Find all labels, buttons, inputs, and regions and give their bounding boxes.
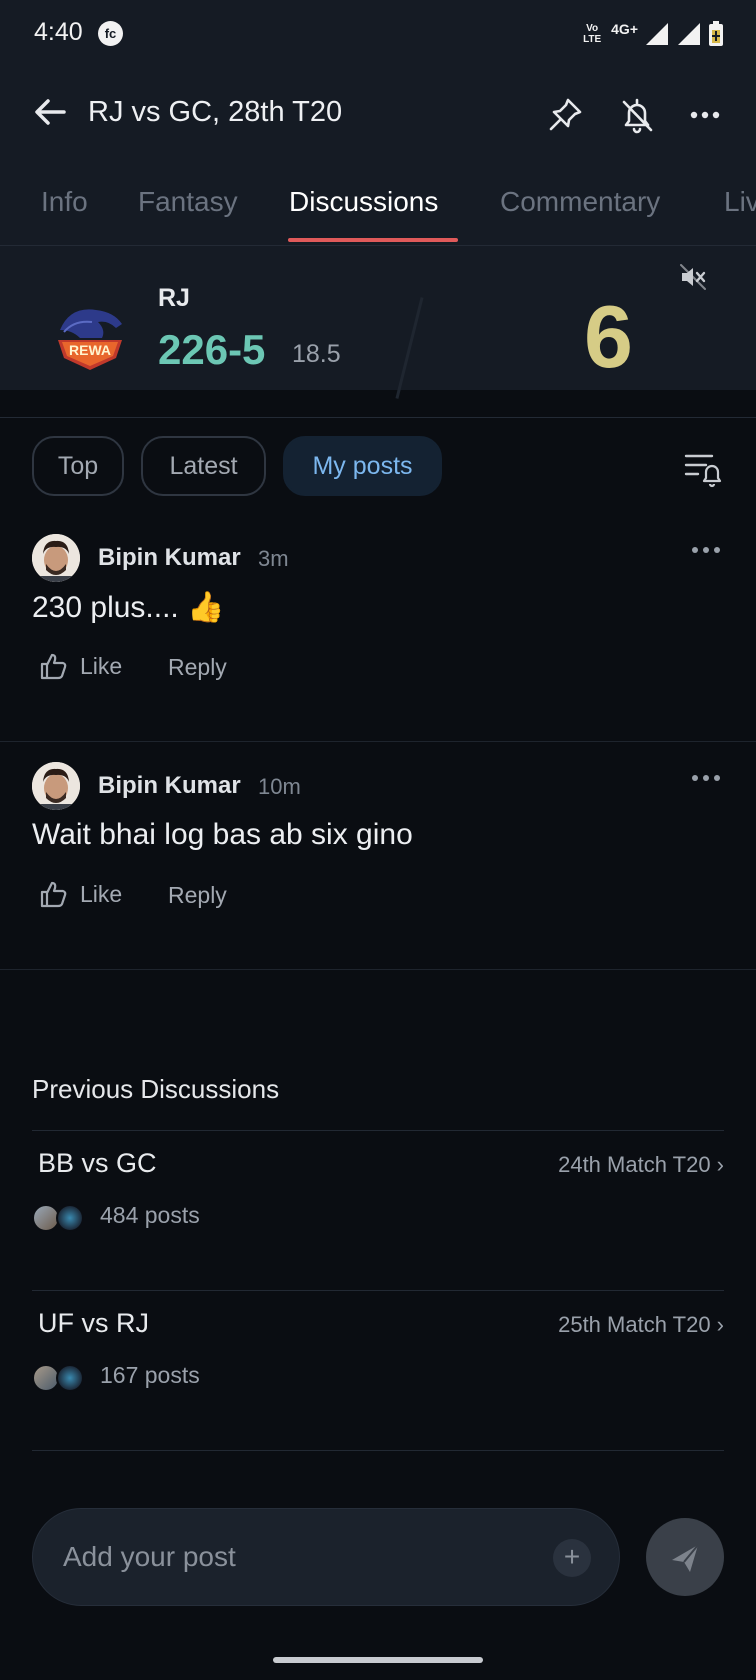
previous-match-label: 24th Match T20 › [558, 1152, 724, 1177]
post-count: 484 posts [100, 1202, 200, 1228]
team-score: 226-5 [158, 326, 266, 373]
post-text: Wait bhai log bas ab six gino [32, 818, 413, 851]
thumbs-up-icon [40, 881, 67, 908]
more-icon[interactable] [684, 94, 726, 136]
bell-off-icon[interactable] [616, 94, 658, 136]
post-more-icon[interactable] [690, 544, 722, 556]
sort-notification-icon[interactable] [682, 448, 724, 488]
tab-commentary[interactable]: Commentary [500, 186, 660, 218]
filter-my-posts-chip[interactable]: My posts [283, 436, 442, 496]
tab-bar: Info Fantasy Discussions Commentary Live [0, 180, 756, 246]
post-time: 3m [258, 546, 289, 571]
post-time: 10m [258, 774, 301, 799]
volume-muted-icon[interactable] [678, 262, 708, 292]
avatar[interactable] [32, 762, 80, 810]
divider [32, 1450, 724, 1451]
like-label: Like [80, 880, 123, 907]
add-attachment-button[interactable]: + [553, 1539, 591, 1577]
battery-icon [709, 21, 723, 46]
avatar [56, 1364, 84, 1392]
previous-discussion-item[interactable]: UF vs RJ 25th Match T20 › 167 posts [32, 1292, 724, 1450]
page-title: RJ vs GC, 28th T20 [88, 96, 343, 128]
fc-app-icon: fc [98, 21, 123, 46]
network-type-label: 4G+ [611, 21, 638, 37]
tab-fantasy[interactable]: Fantasy [138, 186, 238, 218]
home-indicator[interactable] [273, 1657, 483, 1663]
previous-discussion-item[interactable]: BB vs GC 24th Match T20 › 484 posts [32, 1132, 724, 1290]
status-time: 4:40 [34, 18, 83, 46]
avatar [56, 1204, 84, 1232]
post-composer: + [32, 1508, 620, 1606]
reply-button[interactable]: Reply [168, 882, 227, 909]
post-author[interactable]: Bipin Kumar [98, 772, 241, 800]
filter-top-chip[interactable]: Top [32, 436, 124, 496]
send-button[interactable] [646, 1518, 724, 1596]
post-input[interactable] [63, 1535, 533, 1579]
post-more-icon[interactable] [690, 772, 722, 784]
post-card: Bipin Kumar 3m 230 plus.... 👍 Like Reply [0, 514, 756, 742]
filter-latest-chip[interactable]: Latest [141, 436, 266, 496]
tab-discussions[interactable]: Discussions [289, 186, 438, 218]
previous-match-name: UF vs RJ [38, 1308, 149, 1338]
send-icon [672, 1544, 699, 1572]
reply-button[interactable]: Reply [168, 654, 227, 681]
previous-match-name: BB vs GC [38, 1148, 157, 1178]
score-divider [395, 297, 424, 399]
tab-live[interactable]: Live [724, 186, 756, 218]
pin-icon[interactable] [544, 94, 586, 136]
thumbs-up-icon [40, 653, 67, 680]
like-button[interactable]: Like [38, 876, 122, 912]
active-tab-indicator [288, 238, 458, 242]
post-author[interactable]: Bipin Kumar [98, 544, 241, 572]
team-logo: REWA [58, 309, 122, 370]
back-arrow-icon[interactable] [30, 92, 70, 132]
filter-bar: Top Latest My posts [0, 436, 756, 498]
svg-text:REWA: REWA [69, 342, 111, 358]
last-ball-result: 6 [584, 287, 633, 386]
volte-icon: Vo LTE [583, 23, 602, 45]
post-card: Bipin Kumar 10m Wait bhai log bas ab six… [0, 742, 756, 970]
status-bar: 4:40 fc Vo LTE 4G+ [0, 0, 756, 70]
divider [32, 1130, 724, 1131]
team-overs: 18.5 [292, 340, 341, 368]
previous-discussions-title: Previous Discussions [32, 1074, 280, 1104]
participant-avatars [32, 1204, 88, 1234]
like-button[interactable]: Like [38, 648, 122, 684]
post-text: 230 plus.... 👍 [32, 591, 225, 624]
divider [32, 1290, 724, 1291]
participant-avatars [32, 1364, 88, 1394]
signal-icon [646, 23, 668, 45]
scorecard[interactable]: REWA RJ 226-5 18.5 6 [0, 246, 756, 418]
tab-info[interactable]: Info [41, 186, 88, 218]
team-name: RJ [158, 284, 190, 312]
status-icons: Vo LTE 4G+ [579, 20, 724, 48]
post-count: 167 posts [100, 1362, 200, 1388]
previous-match-label: 25th Match T20 › [558, 1312, 724, 1337]
avatar[interactable] [32, 534, 80, 582]
signal-icon [678, 23, 700, 45]
like-label: Like [80, 652, 123, 679]
